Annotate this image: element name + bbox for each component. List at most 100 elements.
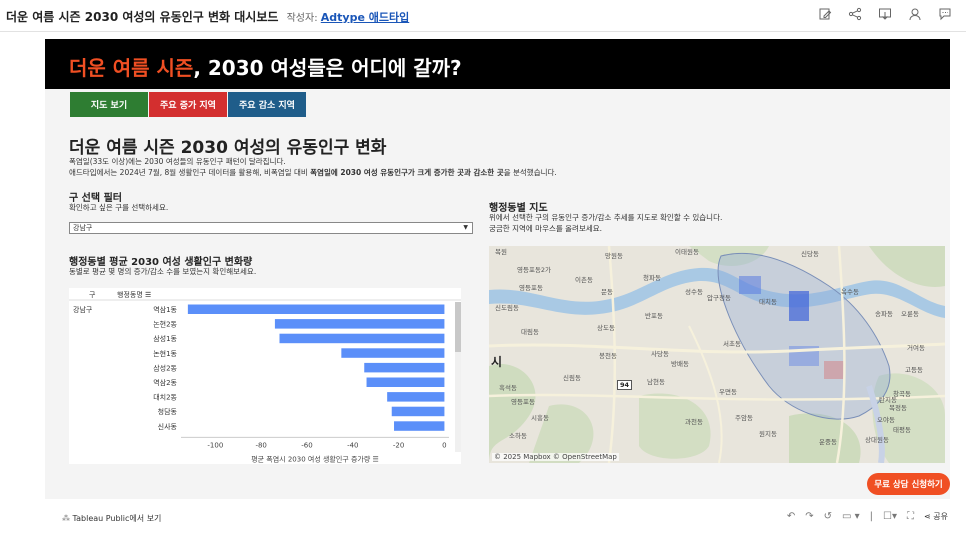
page-title: 더운 여름 시즌 2030 여성의 유동인구 변화	[69, 138, 387, 158]
download-icon[interactable]	[878, 7, 892, 21]
dong-label: 역삼1동	[153, 305, 177, 314]
comment-icon[interactable]	[938, 7, 952, 21]
share-icon: ⋖	[924, 512, 931, 521]
pause-icon[interactable]: ▭ ▾	[842, 511, 860, 522]
map-label: 성수동	[685, 288, 703, 296]
undo-icon[interactable]: ↶	[787, 511, 795, 522]
author-prefix: 작성자:	[286, 13, 318, 24]
share-label: 공유	[933, 512, 948, 521]
map-label: 신림동	[563, 374, 581, 382]
bar	[274, 319, 445, 329]
map-label: 영등포동	[519, 284, 543, 292]
map-label: 송파동	[875, 310, 893, 318]
map-label: 시	[491, 355, 503, 369]
map-label: 상대원동	[865, 436, 889, 444]
map-label: 오륜동	[901, 310, 919, 318]
description-part-c: 을 분석했습니다.	[503, 168, 557, 177]
map-label: 흑석동	[499, 384, 517, 392]
map-subtitle-2: 궁금한 지역에 마우스를 올려보세요.	[489, 224, 603, 233]
map-label: 소하동	[509, 432, 527, 440]
x-tick-label: -80	[255, 441, 266, 449]
author-link[interactable]: Adtype 애드타입	[321, 11, 409, 24]
map-label: 주암동	[735, 414, 753, 422]
gu-label: 강남구	[73, 305, 93, 314]
map-label: 고등동	[905, 366, 923, 374]
bar-chart-svg: 구 행정동명 ☰ 강남구 역삼1동논현2동삼성1동논현1동삼성2동역삼2동대치2동청담…	[69, 290, 461, 463]
bar	[391, 406, 445, 417]
free-consultation-button[interactable]: 무료 상담 신청하기	[867, 473, 950, 495]
column-header-dong: 행정동명 ☰	[117, 290, 151, 299]
bar-chart: 구 행정동명 ☰ 강남구 역삼1동 논현2동 삼성1동 논현1동 삼성2동 역삼2동 대치2동 청담…	[69, 288, 461, 464]
map-label: 94	[617, 380, 633, 390]
scrollbar-thumb	[455, 302, 461, 352]
map-label: 이촌동	[575, 276, 593, 284]
banner-rest: , 2030 여성들은 어디에 갈까?	[193, 56, 462, 80]
tab-decrease-areas[interactable]: 주요 감소 지역	[228, 92, 306, 117]
banner-highlight: 더운 여름 시즌	[69, 56, 194, 80]
x-axis-label: 평균 폭염시 2030 여성 생활인구 증가량 ☰	[251, 454, 379, 463]
map-label: 사당동	[651, 350, 669, 358]
map-label: 신당동	[801, 250, 819, 258]
page-description: 폭염일(33도 이상)에는 2030 여성들의 유동인구 패턴이 달라집니다. …	[69, 156, 557, 178]
separator: |	[869, 511, 874, 522]
dong-label: 논현1동	[153, 350, 177, 358]
top-bar: 더운 여름 시즌 2030 여성의 유동인구 변화 대시보드 작성자: Adty…	[0, 0, 966, 32]
revert-icon[interactable]: ↺	[824, 511, 832, 522]
map-label: 원지동	[759, 430, 777, 438]
bar	[364, 362, 445, 373]
x-tick-label: -40	[347, 441, 358, 449]
redo-icon[interactable]: ↷	[805, 511, 813, 522]
map-label: 남현동	[647, 378, 665, 386]
share-button[interactable]: ⋖ 공유	[924, 511, 948, 522]
description-part-a: 애드타입에서는 2024년 7월, 8월 생활인구 데이터를 활용해, 비폭염일…	[69, 168, 311, 177]
map-label: 과천동	[685, 418, 703, 426]
bottom-toolbar: ⁂ Tableau Public에서 보기 ↶ ↷ ↺ ▭ ▾ | ☐▾ ⛶ ⋖…	[0, 505, 966, 531]
x-tick-label: -60	[301, 441, 312, 449]
map-label: 거여동	[907, 344, 925, 352]
view-on-tableau-label: Tableau Public에서 보기	[72, 514, 162, 523]
map-label: 봉천동	[599, 352, 617, 360]
view-on-tableau-public[interactable]: ⁂ Tableau Public에서 보기	[62, 513, 161, 524]
dong-label: 역삼2동	[153, 378, 177, 387]
comment-menu-icon[interactable]: ☐▾	[883, 511, 897, 522]
filter-subtitle: 확인하고 싶은 구를 선택하세요.	[69, 203, 169, 212]
map-label: 태평동	[893, 426, 911, 434]
user-icon[interactable]	[908, 7, 922, 21]
tab-bar: 지도 보기 주요 증가 지역 주요 감소 지역	[70, 92, 307, 117]
gu-select-value: 강남구	[73, 224, 93, 232]
map-attribution: © 2025 Mapbox © OpenStreetMap	[492, 453, 619, 461]
map-label: 이태원동	[675, 248, 699, 256]
author-line: 작성자: Adtype 애드타입	[286, 11, 410, 24]
district-map[interactable]: 복원 영등포동2가 망원동 이태원동 신당동 영등포동 문동 이촌동 청파동 성수동 옥수동 신도림동…	[489, 246, 945, 463]
gu-select[interactable]: 강남구 ▼	[69, 222, 473, 234]
map-graphic[interactable]	[489, 246, 945, 463]
map-label: 영등포동2가	[517, 266, 552, 274]
map-label: 압구정동	[707, 294, 731, 302]
tableau-logo-icon: ⁂	[62, 514, 70, 523]
dong-label: 신사동	[158, 422, 178, 431]
top-icons	[818, 7, 952, 21]
chevron-down-icon: ▼	[463, 224, 468, 231]
map-label: 망원동	[605, 252, 623, 260]
map-label: 반포동	[645, 312, 663, 320]
bar	[187, 304, 445, 314]
map-label: 복정동	[889, 404, 907, 412]
bar	[279, 333, 445, 344]
map-subtitle-1: 위에서 선택한 구의 유동인구 증가/감소 추세를 지도로 확인할 수 있습니다…	[489, 213, 723, 222]
edit-icon[interactable]	[818, 7, 832, 21]
tab-map-view[interactable]: 지도 보기	[70, 92, 148, 117]
workbook-title-text: 더운 여름 시즌 2030 여성의 유동인구 변화 대시보드	[6, 10, 279, 24]
map-label: 오야동	[877, 416, 895, 424]
share-icon[interactable]	[848, 7, 862, 21]
x-tick-label: -20	[393, 441, 404, 449]
x-tick-label: 0	[442, 441, 446, 449]
column-header-gu: 구	[89, 291, 96, 299]
chart-subtitle: 동별로 평균 몇 명의 증가/감소 수를 보였는지 확인해보세요.	[69, 267, 257, 276]
bar	[366, 377, 445, 387]
map-label: 방배동	[671, 360, 689, 368]
map-label: 신도림동	[495, 304, 519, 312]
bar	[387, 392, 445, 402]
workbook-title: 더운 여름 시즌 2030 여성의 유동인구 변화 대시보드 작성자: Adty…	[6, 8, 409, 25]
fullscreen-icon[interactable]: ⛶	[907, 511, 914, 522]
tab-increase-areas[interactable]: 주요 증가 지역	[149, 92, 227, 117]
